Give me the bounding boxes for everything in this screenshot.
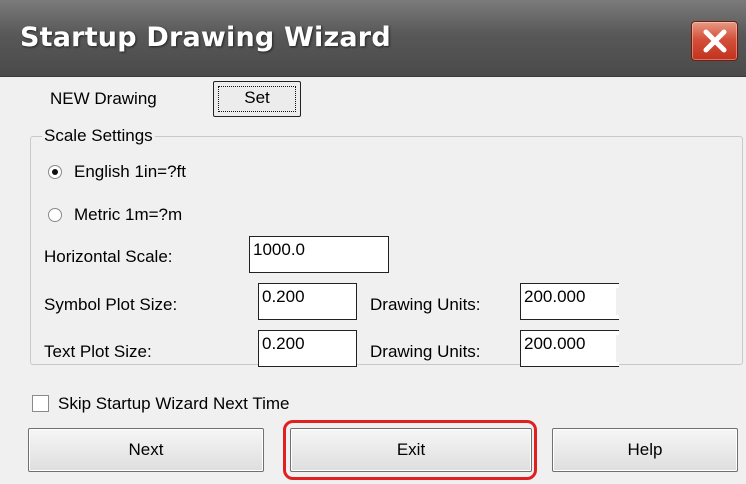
close-button[interactable] (691, 21, 738, 61)
text-plot-size-input[interactable]: 0.200 (258, 330, 357, 367)
text-drawing-units-label: Drawing Units: (370, 342, 481, 361)
skip-wizard-checkbox[interactable] (32, 395, 49, 412)
text-plot-size-label: Text Plot Size: (44, 342, 152, 361)
symbol-plot-size-label: Symbol Plot Size: (44, 295, 178, 314)
window-title: Startup Drawing Wizard (20, 22, 391, 53)
exit-highlight-annotation (283, 420, 537, 480)
symbol-drawing-units-label: Drawing Units: (370, 295, 481, 314)
help-button[interactable]: Help (552, 428, 738, 472)
horizontal-scale-input[interactable]: 1000.0 (249, 236, 389, 273)
skip-wizard-label[interactable]: Skip Startup Wizard Next Time (58, 394, 289, 414)
set-button[interactable]: Set (213, 81, 301, 117)
help-button-label: Help (627, 440, 663, 459)
close-icon (703, 29, 727, 53)
symbol-drawing-units-input[interactable]: 200.000 (520, 283, 619, 320)
startup-drawing-wizard-dialog: Startup Drawing Wizard NEW Drawing Set S… (0, 0, 746, 484)
scale-settings-title: Scale Settings (42, 126, 155, 146)
next-button-label: Next (128, 440, 164, 459)
symbol-plot-size-input[interactable]: 0.200 (258, 283, 357, 320)
english-radio-label[interactable]: English 1in=?ft (74, 162, 186, 182)
new-drawing-label: NEW Drawing (50, 89, 157, 108)
radio-selected-dot (52, 169, 58, 175)
dialog-body: NEW Drawing Set Scale Settings English 1… (0, 77, 746, 484)
metric-radio-label[interactable]: Metric 1m=?m (74, 205, 182, 225)
text-drawing-units-input[interactable]: 200.000 (520, 330, 619, 367)
english-radio[interactable] (48, 165, 62, 179)
metric-radio[interactable] (48, 208, 62, 222)
title-bar[interactable]: Startup Drawing Wizard (0, 0, 746, 77)
next-button[interactable]: Next (28, 428, 264, 472)
set-button-label: Set (244, 88, 270, 107)
horizontal-scale-label: Horizontal Scale: (44, 247, 173, 266)
